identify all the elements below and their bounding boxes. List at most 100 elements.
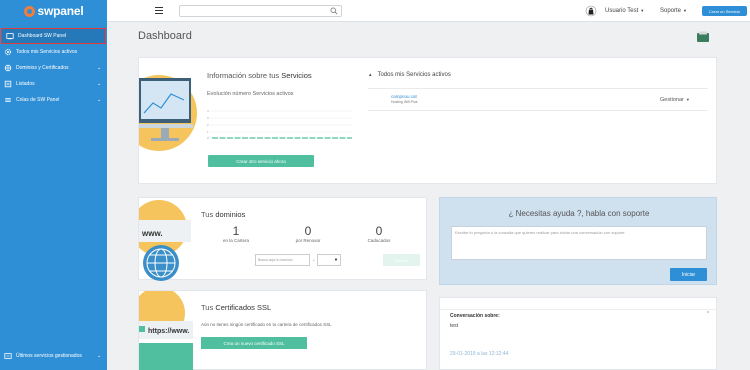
- conversation-card: ⌃ Conversación sobre: test 29-01-2019 a …: [439, 297, 718, 370]
- sidebar-item-label: Listados: [16, 81, 35, 87]
- sidebar-item-label: Últimos servicios gestionados: [16, 353, 82, 359]
- services-title: Información sobre tus Servicios: [207, 71, 312, 80]
- ssl-title-bold: Certificados SSL: [215, 303, 272, 312]
- svg-text:2: 2: [207, 123, 209, 127]
- ssl-illus-text: https://www.: [148, 328, 189, 335]
- ssl-title: Tus Certificados SSL: [201, 303, 271, 312]
- sidebar-item-dashboard[interactable]: Dashboard SW Panel: [1, 28, 106, 44]
- ssl-card: https://www. Tus Certificados SSL Aún no…: [138, 290, 427, 370]
- support-card: ¿ Necesitas ayuda ?, habla con soporte E…: [439, 197, 717, 285]
- stat-value: 1: [232, 224, 240, 238]
- create-ssl-button[interactable]: Crea un nuevo certificado SSL: [201, 337, 307, 349]
- stat-label: Caducados: [367, 238, 391, 243]
- page-title: Dashboard: [138, 30, 192, 42]
- domain-search-input[interactable]: Busca aquí tu dominio: [255, 254, 310, 266]
- caret-down-icon: ▼: [683, 8, 687, 13]
- stat-value: 0: [304, 224, 312, 238]
- domains-title-prefix: Tus: [201, 210, 216, 219]
- domains-card: www. Tus dominios 1 en la Cartera 0 por …: [138, 197, 427, 281]
- conversation-title: Conversación sobre:: [450, 313, 500, 319]
- domain-illus-text: www.: [141, 229, 163, 238]
- user-name-label: Usuario Test: [605, 8, 639, 14]
- conversation-subject[interactable]: test: [450, 323, 458, 329]
- services-evolution-chart: 4 3 2 1 0: [207, 109, 352, 140]
- sidebar-item-services[interactable]: Todos mis Servicios activos: [0, 44, 107, 60]
- support-menu[interactable]: Soporte ▼: [660, 8, 687, 14]
- globe-icon: [4, 64, 12, 72]
- active-services-title[interactable]: ▲ Todos mis Servicios activos: [368, 72, 451, 78]
- stat-value: 0: [375, 224, 383, 238]
- chevron-down-icon: ⌄: [97, 81, 102, 87]
- gear-icon: [4, 48, 12, 56]
- history-icon: [4, 353, 12, 359]
- svg-text:0: 0: [207, 136, 209, 140]
- search-icon[interactable]: [330, 7, 338, 15]
- svg-text:4: 4: [207, 109, 209, 113]
- tld-select[interactable]: ▼: [317, 254, 341, 266]
- service-domain-link[interactable]: campnou.cat: [391, 94, 417, 99]
- services-title-prefix: Información sobre tus: [207, 71, 282, 80]
- stat-label: en la Cartera: [222, 238, 249, 243]
- divider: [440, 309, 718, 310]
- svg-text:1: 1: [207, 130, 209, 134]
- sidebar-item-label: Dominios y Certificados: [16, 65, 69, 71]
- sidebar: swpanel Dashboard SW Panel Todos mis Ser…: [0, 0, 107, 370]
- support-message-textarea[interactable]: Escribe tu pregunta o la consulta que qu…: [451, 226, 707, 260]
- domains-title-bold: dominios: [215, 210, 246, 219]
- search-input[interactable]: [179, 5, 342, 17]
- create-another-service-button[interactable]: Crear otro servicio ahora: [208, 155, 314, 167]
- sidebar-item-label: Colas de SW Panel: [16, 97, 60, 103]
- list-icon: [4, 80, 12, 88]
- start-conversation-button[interactable]: Iniciar: [670, 268, 707, 281]
- user-menu[interactable]: Usuario Test ▼: [605, 8, 644, 14]
- domains-title: Tus dominios: [201, 210, 245, 219]
- support-title: ¿ Necesitas ayuda ?, habla con soporte: [508, 209, 650, 218]
- chevron-up-icon[interactable]: ⌃: [706, 311, 710, 317]
- manage-label: Gestionar: [660, 97, 684, 103]
- service-plan-label: Hosting Wifi Plus: [391, 100, 418, 104]
- services-chart-subtitle: Evolución número Servicios activos: [207, 91, 294, 97]
- services-card: Información sobre tus Servicios Evolució…: [138, 57, 717, 184]
- ssl-illustration: https://www.: [139, 291, 193, 370]
- chevron-down-icon: ⌄: [97, 65, 102, 71]
- manage-dropdown[interactable]: Gestionar ▼: [660, 97, 690, 103]
- chevron-down-icon: ⌄: [97, 97, 102, 103]
- domain-globe-illustration: www.: [139, 200, 191, 281]
- ssl-title-prefix: Tus: [201, 303, 216, 312]
- logo-icon: [23, 5, 35, 17]
- domain-dot: .: [313, 257, 315, 263]
- svg-text:3: 3: [207, 116, 209, 120]
- menu-toggle-icon[interactable]: [155, 7, 163, 15]
- sidebar-item-recent-services[interactable]: Últimos servicios gestionados ⌄: [0, 348, 107, 364]
- create-service-button[interactable]: Crear un Servicio: [702, 6, 747, 16]
- caret-down-icon: ▼: [640, 8, 645, 13]
- user-avatar-icon[interactable]: [585, 5, 597, 17]
- stat-to-renew[interactable]: 0 por Renovar: [278, 224, 338, 243]
- ssl-empty-text: Aún no tienes ningún certificado en tu c…: [201, 322, 332, 327]
- support-label: Soporte: [660, 8, 682, 14]
- sidebar-item-domains[interactable]: Dominios y Certificados ⌄: [0, 60, 107, 76]
- logo[interactable]: swpanel: [0, 0, 107, 22]
- sidebar-item-listados[interactable]: Listados ⌄: [0, 76, 107, 92]
- caret-down-icon: ▼: [334, 257, 338, 262]
- logo-text: swpanel: [37, 4, 84, 18]
- chevron-down-icon: ⌄: [97, 353, 102, 359]
- conversation-date: 29-01-2019 a las 12:12:44: [450, 351, 509, 357]
- stat-label: por Renovar: [295, 238, 321, 243]
- active-services-label: Todos mis Servicios activos: [377, 72, 451, 78]
- sidebar-item-queues[interactable]: Colas de SW Panel ⌄: [0, 92, 107, 108]
- service-row[interactable]: campnou.cat Hosting Wifi Plus Gestionar ▼: [368, 88, 708, 111]
- monitor-illustration: [139, 75, 197, 151]
- stat-in-portfolio[interactable]: 1 en la Cartera: [206, 224, 266, 243]
- dashboard-icon: [6, 33, 14, 40]
- topbar: Usuario Test ▼ Soporte ▼ Crear un Servicio: [107, 0, 750, 22]
- stat-expired[interactable]: 0 Caducados: [349, 224, 409, 243]
- caret-up-icon: ▲: [368, 72, 373, 77]
- domain-search-button[interactable]: Buscar: [383, 254, 420, 266]
- new-badge-icon[interactable]: [696, 31, 710, 43]
- caret-down-icon: ▼: [685, 97, 690, 102]
- sidebar-item-label: Dashboard SW Panel: [18, 33, 67, 39]
- queue-icon: [5, 98, 11, 102]
- sidebar-item-label: Todos mis Servicios activos: [16, 49, 78, 55]
- services-title-bold: Servicios: [281, 71, 312, 80]
